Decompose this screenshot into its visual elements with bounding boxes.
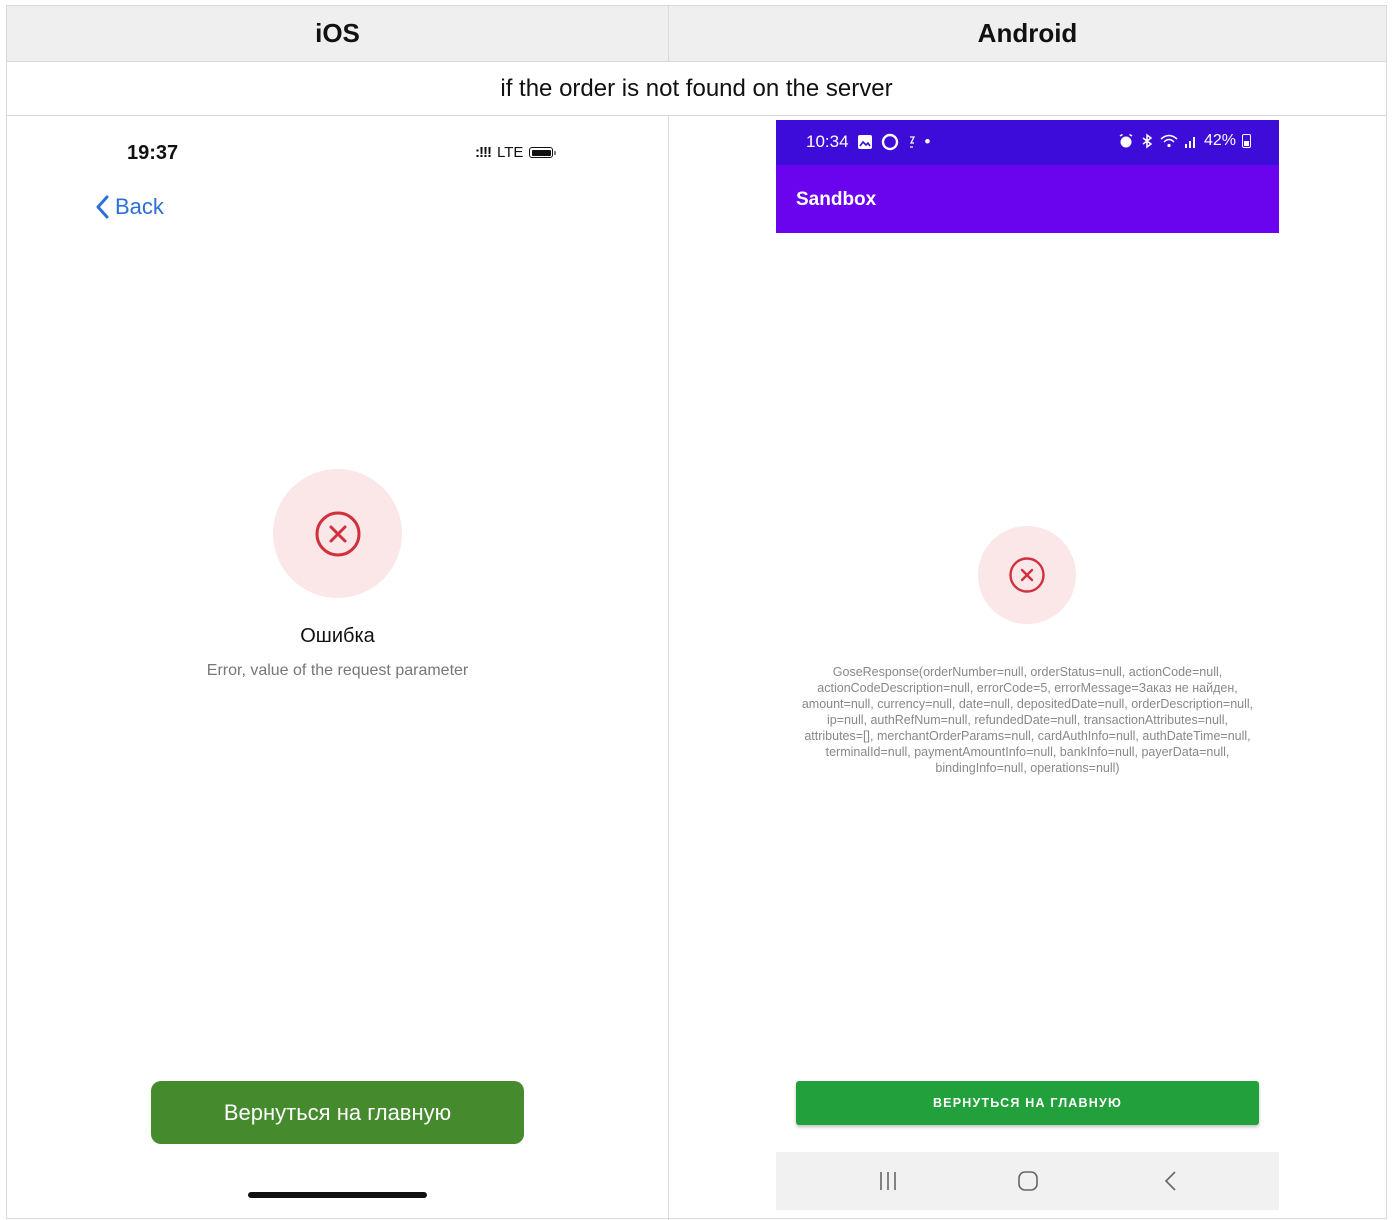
ios-screen: 19:37 :!!! LTE Back Ошибка Error, value … bbox=[7, 116, 668, 1220]
return-home-button[interactable]: ВЕРНУТЬСЯ НА ГЛАВНУЮ bbox=[796, 1081, 1259, 1125]
battery-percent: 42% bbox=[1203, 132, 1236, 149]
chevron-left-icon bbox=[96, 195, 109, 219]
return-home-button[interactable]: Вернуться на главную bbox=[151, 1081, 524, 1144]
android-app-bar: Sandbox bbox=[776, 165, 1279, 233]
header-android: Android bbox=[977, 18, 1078, 48]
android-status-left: 10:34 • bbox=[806, 132, 931, 152]
error-title: Ошибка bbox=[300, 625, 375, 647]
error-x-icon bbox=[1009, 557, 1045, 593]
error-message: GoseResponse(orderNumber=null, orderStat… bbox=[801, 665, 1254, 775]
signal-icon: :!!! bbox=[475, 144, 492, 161]
signal-bars-icon bbox=[1184, 137, 1195, 148]
back-label: Back bbox=[115, 194, 164, 219]
back-icon[interactable] bbox=[1160, 1170, 1182, 1192]
bluetooth-icon bbox=[1142, 133, 1153, 149]
android-status-bar: 10:34 • 42% bbox=[776, 120, 1279, 165]
error-x-icon bbox=[315, 511, 360, 556]
battery-icon bbox=[1242, 134, 1251, 148]
alarm-icon bbox=[1119, 133, 1133, 148]
error-badge bbox=[978, 526, 1076, 624]
home-indicator[interactable] bbox=[248, 1192, 427, 1198]
notification-dot: • bbox=[924, 132, 931, 151]
battery-icon bbox=[529, 147, 557, 158]
column-divider bbox=[668, 116, 669, 1220]
ios-status-indicators: :!!! LTE bbox=[475, 144, 557, 161]
android-status-time: 10:34 bbox=[806, 132, 849, 151]
image-icon bbox=[857, 135, 872, 149]
back-button[interactable]: Back bbox=[95, 194, 164, 220]
comparison-table: iOS Android if the order is not found on… bbox=[6, 5, 1387, 1220]
home-icon[interactable] bbox=[1017, 1170, 1039, 1192]
error-badge bbox=[273, 469, 402, 598]
android-screen: 10:34 • 42% Sandbox GoseResponse(orderNu… bbox=[776, 120, 1279, 1210]
android-nav-bar bbox=[776, 1152, 1279, 1210]
header-ios: iOS bbox=[7, 6, 669, 61]
error-subtitle: Error, value of the request parameter bbox=[206, 662, 469, 679]
ios-status-time: 19:37 bbox=[127, 142, 179, 164]
circle-icon bbox=[881, 133, 898, 151]
recents-icon[interactable] bbox=[877, 1170, 899, 1192]
scenario-row: if the order is not found on the server bbox=[7, 62, 1386, 116]
sync-icon bbox=[909, 136, 915, 148]
network-type: LTE bbox=[496, 144, 524, 161]
android-status-right: 42% bbox=[1118, 132, 1251, 150]
app-title: Sandbox bbox=[796, 189, 877, 210]
table-header-row: iOS Android bbox=[7, 6, 1386, 62]
wifi-icon bbox=[1160, 134, 1178, 148]
